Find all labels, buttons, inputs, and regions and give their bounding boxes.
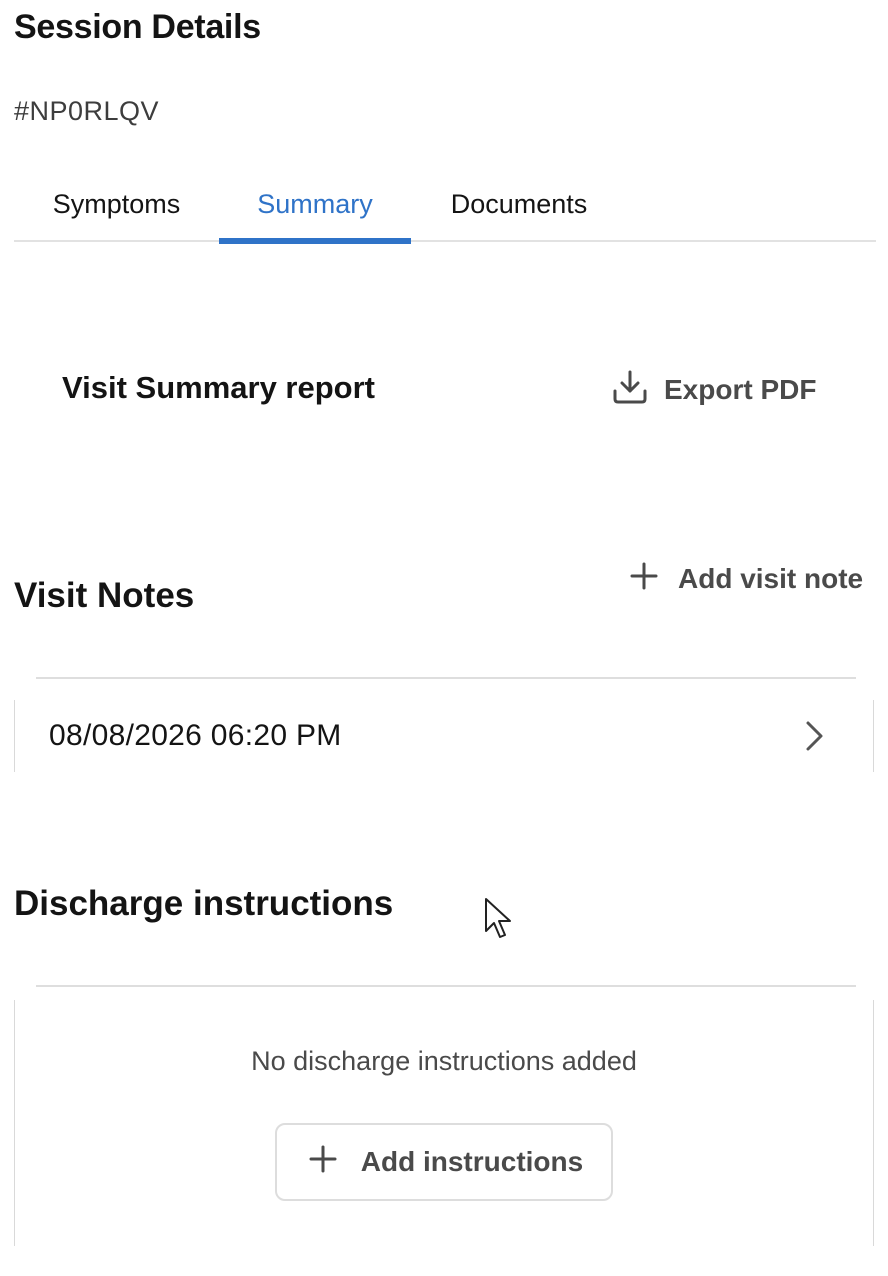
discharge-instructions-panel: No discharge instructions added Add inst… <box>14 1000 874 1246</box>
visit-summary-report-title: Visit Summary report <box>62 370 375 405</box>
add-instructions-button[interactable]: Add instructions <box>275 1123 613 1201</box>
visit-note-datetime: 08/08/2026 06:20 PM <box>49 719 342 752</box>
tab-summary[interactable]: Summary <box>219 168 411 244</box>
discharge-instructions-title: Discharge instructions <box>14 884 394 923</box>
visit-notes-divider <box>36 677 856 679</box>
page-title: Session Details <box>14 8 261 46</box>
export-pdf-label: Export PDF <box>664 374 817 405</box>
mouse-cursor-icon <box>485 898 511 938</box>
plus-icon <box>305 1141 341 1184</box>
session-id: #NP0RLQV <box>14 96 160 126</box>
tab-documents[interactable]: Documents <box>411 168 627 240</box>
add-instructions-label: Add instructions <box>360 1146 584 1177</box>
plus-icon <box>626 558 662 601</box>
download-icon <box>610 367 650 414</box>
tab-bar: Symptoms Summary Documents <box>14 168 876 244</box>
discharge-divider <box>36 985 856 987</box>
chevron-right-icon <box>799 719 829 753</box>
add-visit-note-label: Add visit note <box>678 563 864 594</box>
tab-symptoms[interactable]: Symptoms <box>14 168 219 240</box>
add-visit-note-button[interactable]: Add visit note <box>626 556 863 602</box>
visit-notes-title: Visit Notes <box>14 576 195 615</box>
empty-state-text: No discharge instructions added <box>251 1046 637 1076</box>
visit-note-row[interactable]: 08/08/2026 06:20 PM <box>14 700 874 772</box>
export-pdf-button[interactable]: Export PDF <box>610 366 816 414</box>
